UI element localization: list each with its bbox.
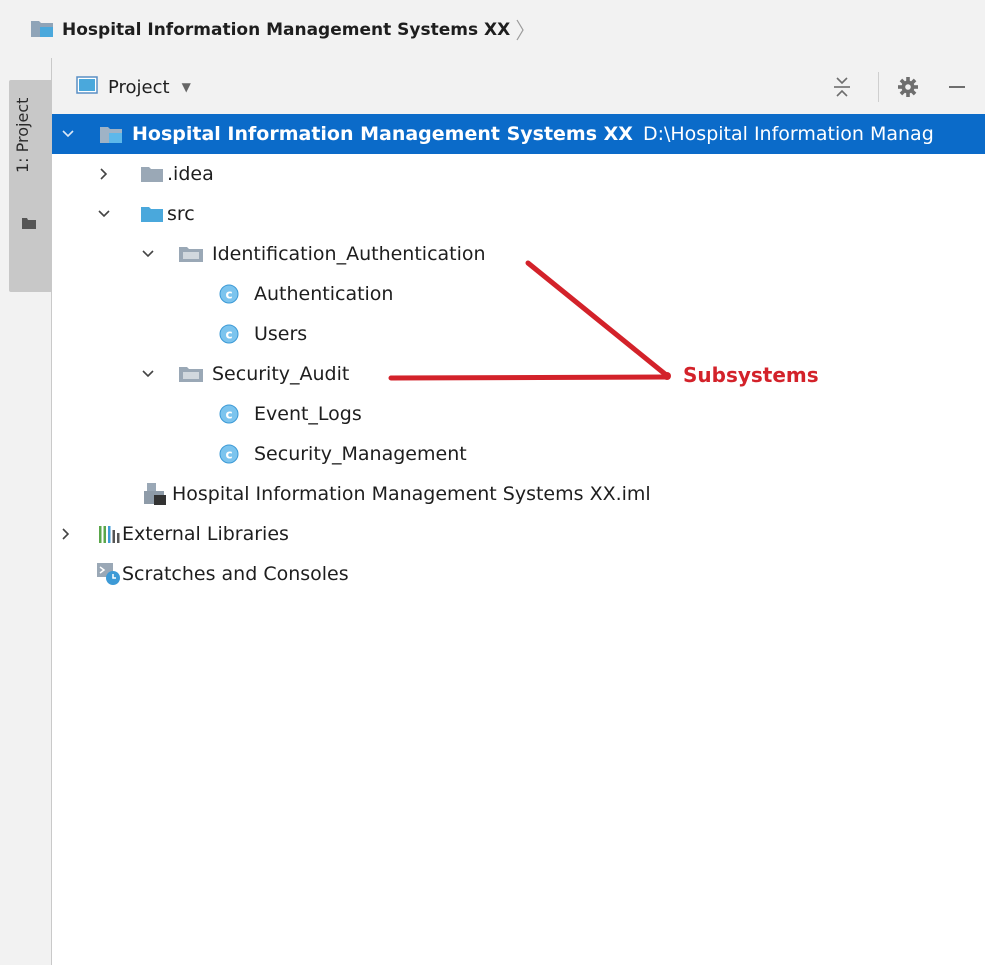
minimize-icon[interactable] [948,76,966,102]
project-folder-icon [30,18,54,42]
breadcrumb-label: Hospital Information Management Systems … [62,20,511,40]
source-folder-icon [140,205,164,223]
tree-node-security-audit-label: Security_Audit [212,363,350,385]
project-tool-tab[interactable]: 1: Project [9,80,52,292]
tree-node-root[interactable]: Hospital Information Management Systems … [52,114,985,154]
tool-window-strip: 1: Project [0,58,52,965]
chevron-right-icon[interactable] [96,166,112,182]
chevron-right-icon[interactable] [58,526,74,542]
folder-icon [140,165,164,183]
tree-node-scratches[interactable]: Scratches and Consoles [52,554,985,594]
tree-node-external-libraries-label: External Libraries [122,523,289,545]
tree-node-authentication[interactable]: c Authentication [52,274,985,314]
tree-node-root-label: Hospital Information Management Systems … [132,123,633,145]
breadcrumb-project[interactable]: Hospital Information Management Systems … [30,17,524,43]
tree-node-src-label: src [167,203,195,225]
view-selector[interactable]: Project ▼ [76,75,191,99]
gear-icon[interactable] [897,76,919,102]
tree-node-security-audit[interactable]: Security_Audit [52,354,985,394]
svg-text:c: c [225,408,232,422]
tree-node-iml-file[interactable]: Hospital Information Management Systems … [52,474,985,514]
tree-node-idea-label: .idea [167,163,214,185]
project-view-icon [76,76,98,98]
svg-text:c: c [225,288,232,302]
tree-node-event-logs[interactable]: c Event_Logs [52,394,985,434]
breadcrumb-separator-icon [516,18,524,42]
chevron-down-icon[interactable] [96,206,112,222]
tree-node-root-path: D:\Hospital Information Manag [642,123,934,145]
module-file-icon [142,482,168,506]
view-selector-label: Project [108,76,170,98]
tree-node-idea[interactable]: .idea [52,154,985,194]
project-tool-tab-label: 1: Project [13,98,32,174]
tree-node-identification-authentication-label: Identification_Authentication [212,243,486,265]
tree-node-security-management-label: Security_Management [254,443,467,465]
package-folder-icon [178,245,204,263]
scratches-icon [96,562,122,586]
tree-node-src[interactable]: src [52,194,985,234]
svg-text:c: c [225,448,232,462]
navigation-bar: Hospital Information Management Systems … [0,0,985,58]
tree-node-identification-authentication[interactable]: Identification_Authentication [52,234,985,274]
project-tree: Hospital Information Management Systems … [52,114,985,965]
class-c-icon: c [219,404,239,424]
class-c-icon: c [219,284,239,304]
tree-node-authentication-label: Authentication [254,283,394,305]
tree-node-users-label: Users [254,323,308,345]
tree-node-event-logs-label: Event_Logs [254,403,362,425]
tree-node-security-management[interactable]: c Security_Management [52,434,985,474]
tree-node-scratches-label: Scratches and Consoles [122,563,349,585]
tree-node-users[interactable]: c Users [52,314,985,354]
header-divider [878,72,879,102]
package-folder-icon [178,365,204,383]
chevron-down-icon: ▼ [181,80,191,94]
chevron-down-icon[interactable] [140,366,156,382]
svg-text:c: c [225,328,232,342]
tree-node-external-libraries[interactable]: External Libraries [52,514,985,554]
libraries-icon [98,524,120,544]
chevron-down-icon[interactable] [140,246,156,262]
annotation-label: Subsystems [683,363,819,387]
project-view-header: Project ▼ [52,58,985,114]
collapse-all-icon[interactable] [832,76,852,102]
project-folder-icon [99,124,123,144]
chevron-down-icon[interactable] [60,126,76,142]
class-c-icon: c [219,444,239,464]
class-c-icon: c [219,324,239,344]
tree-node-iml-file-label: Hospital Information Management Systems … [172,483,651,505]
folder-icon [22,214,36,233]
